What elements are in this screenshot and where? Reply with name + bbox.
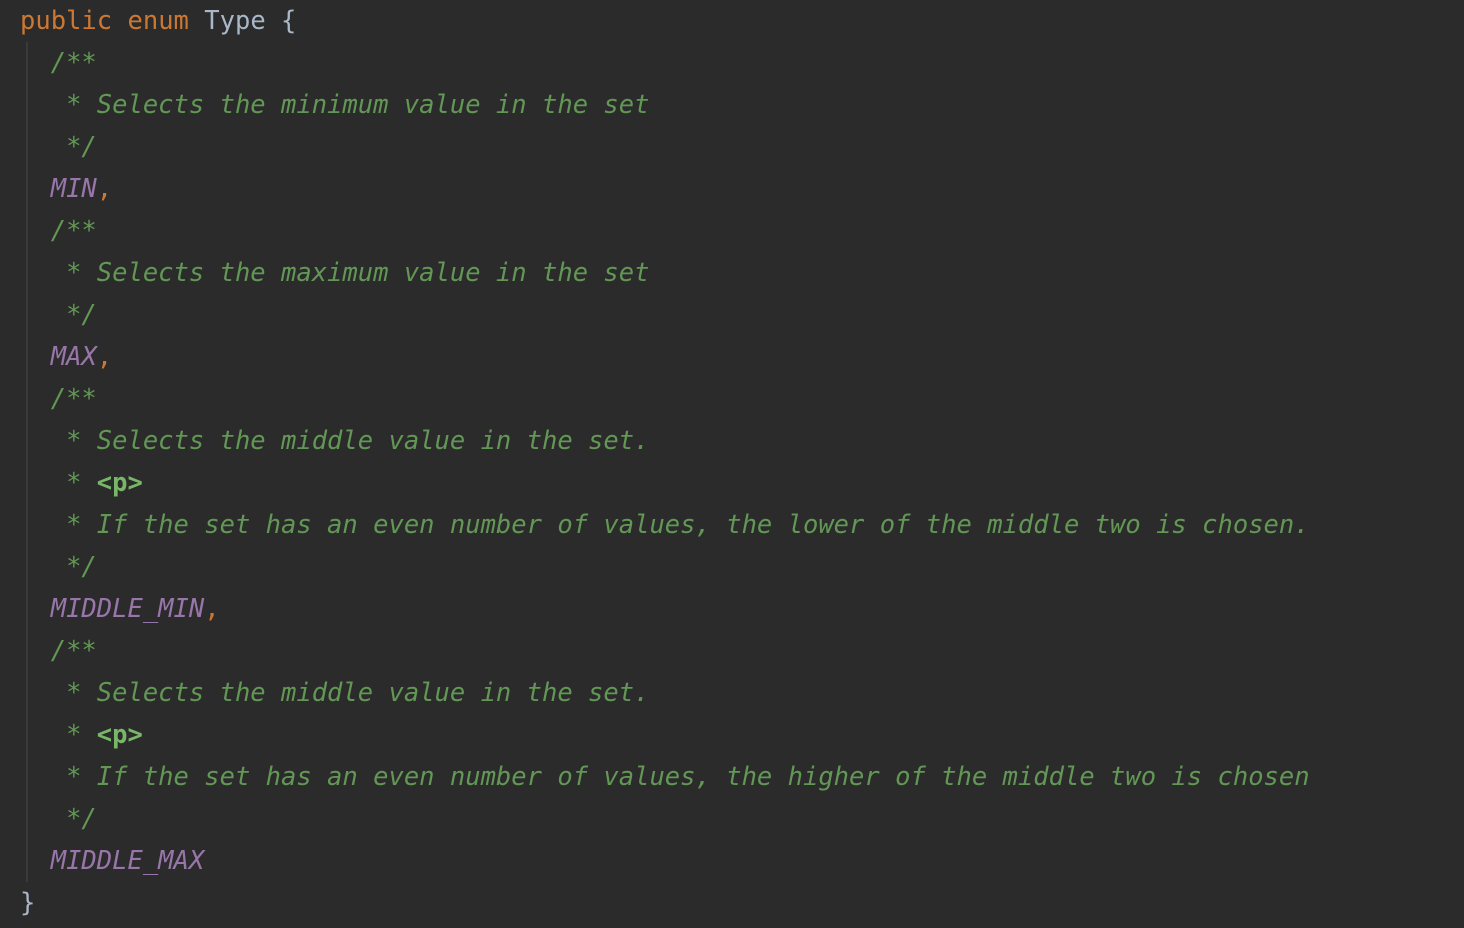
doc-comment-line[interactable]: * If the set has an even number of value… — [20, 504, 1310, 546]
enum-constant-line[interactable]: MAX, — [20, 336, 112, 378]
doc-html-tag: <p> — [96, 720, 143, 750]
doc-comment-close[interactable]: */ — [20, 294, 97, 336]
close-brace: } — [20, 888, 36, 918]
doc-comment-line[interactable]: * Selects the middle value in the set. — [20, 672, 649, 714]
code-line-close-brace[interactable]: } — [20, 882, 35, 924]
doc-text: * — [66, 720, 97, 750]
doc-close-token: */ — [66, 552, 97, 582]
doc-html-tag: <p> — [96, 468, 143, 498]
doc-open-token: /** — [50, 48, 97, 78]
doc-comment-open[interactable]: /** — [20, 42, 97, 84]
enum-constant-line[interactable]: MIDDLE_MIN, — [20, 588, 220, 630]
doc-text: * Selects the minimum value in the set — [66, 90, 650, 120]
doc-comment-open[interactable]: /** — [20, 630, 97, 672]
doc-comment-open[interactable]: /** — [20, 210, 97, 252]
doc-comment-line[interactable]: * <p> — [20, 714, 143, 756]
doc-close-token: */ — [66, 300, 97, 330]
doc-comment-open[interactable]: /** — [20, 378, 97, 420]
doc-comment-line[interactable]: * Selects the middle value in the set. — [20, 420, 649, 462]
type-name: Type — [204, 6, 266, 36]
doc-comment-line[interactable]: * If the set has an even number of value… — [20, 756, 1310, 798]
doc-text: * Selects the middle value in the set. — [66, 678, 650, 708]
doc-text: * If the set has an even number of value… — [66, 510, 1310, 540]
enum-constant-middle-max: MIDDLE_MAX — [50, 846, 205, 876]
enum-constant-min: MIN — [50, 174, 97, 204]
doc-comment-close[interactable]: */ — [20, 546, 97, 588]
doc-close-token: */ — [66, 132, 97, 162]
doc-text: * Selects the maximum value in the set — [66, 258, 650, 288]
enum-constant-middle-min: MIDDLE_MIN — [50, 594, 205, 624]
doc-text: * If the set has an even number of value… — [66, 762, 1310, 792]
comma: , — [204, 594, 220, 624]
enum-constant-line[interactable]: MIN, — [20, 168, 112, 210]
comma: , — [96, 342, 113, 372]
doc-text: * Selects the middle value in the set. — [66, 426, 650, 456]
doc-close-token: */ — [66, 804, 97, 834]
code-line-enum-declaration[interactable]: public enum Type { — [20, 0, 296, 42]
enum-constant-max: MAX — [50, 342, 97, 372]
doc-open-token: /** — [50, 636, 97, 666]
doc-open-token: /** — [50, 216, 97, 246]
code-editor[interactable]: public enum Type { /** * Selects the min… — [0, 0, 1464, 928]
doc-comment-close[interactable]: */ — [20, 126, 97, 168]
keyword-public: public — [20, 6, 113, 36]
doc-comment-line[interactable]: * Selects the minimum value in the set — [20, 84, 649, 126]
doc-open-token: /** — [50, 384, 97, 414]
enum-constant-line[interactable]: MIDDLE_MAX — [20, 840, 205, 882]
doc-text: * — [66, 468, 97, 498]
keyword-enum: enum — [127, 6, 189, 36]
doc-comment-line[interactable]: * <p> — [20, 462, 143, 504]
doc-comment-line[interactable]: * Selects the maximum value in the set — [20, 252, 649, 294]
doc-comment-close[interactable]: */ — [20, 798, 97, 840]
comma: , — [96, 174, 113, 204]
open-brace: { — [281, 6, 297, 36]
